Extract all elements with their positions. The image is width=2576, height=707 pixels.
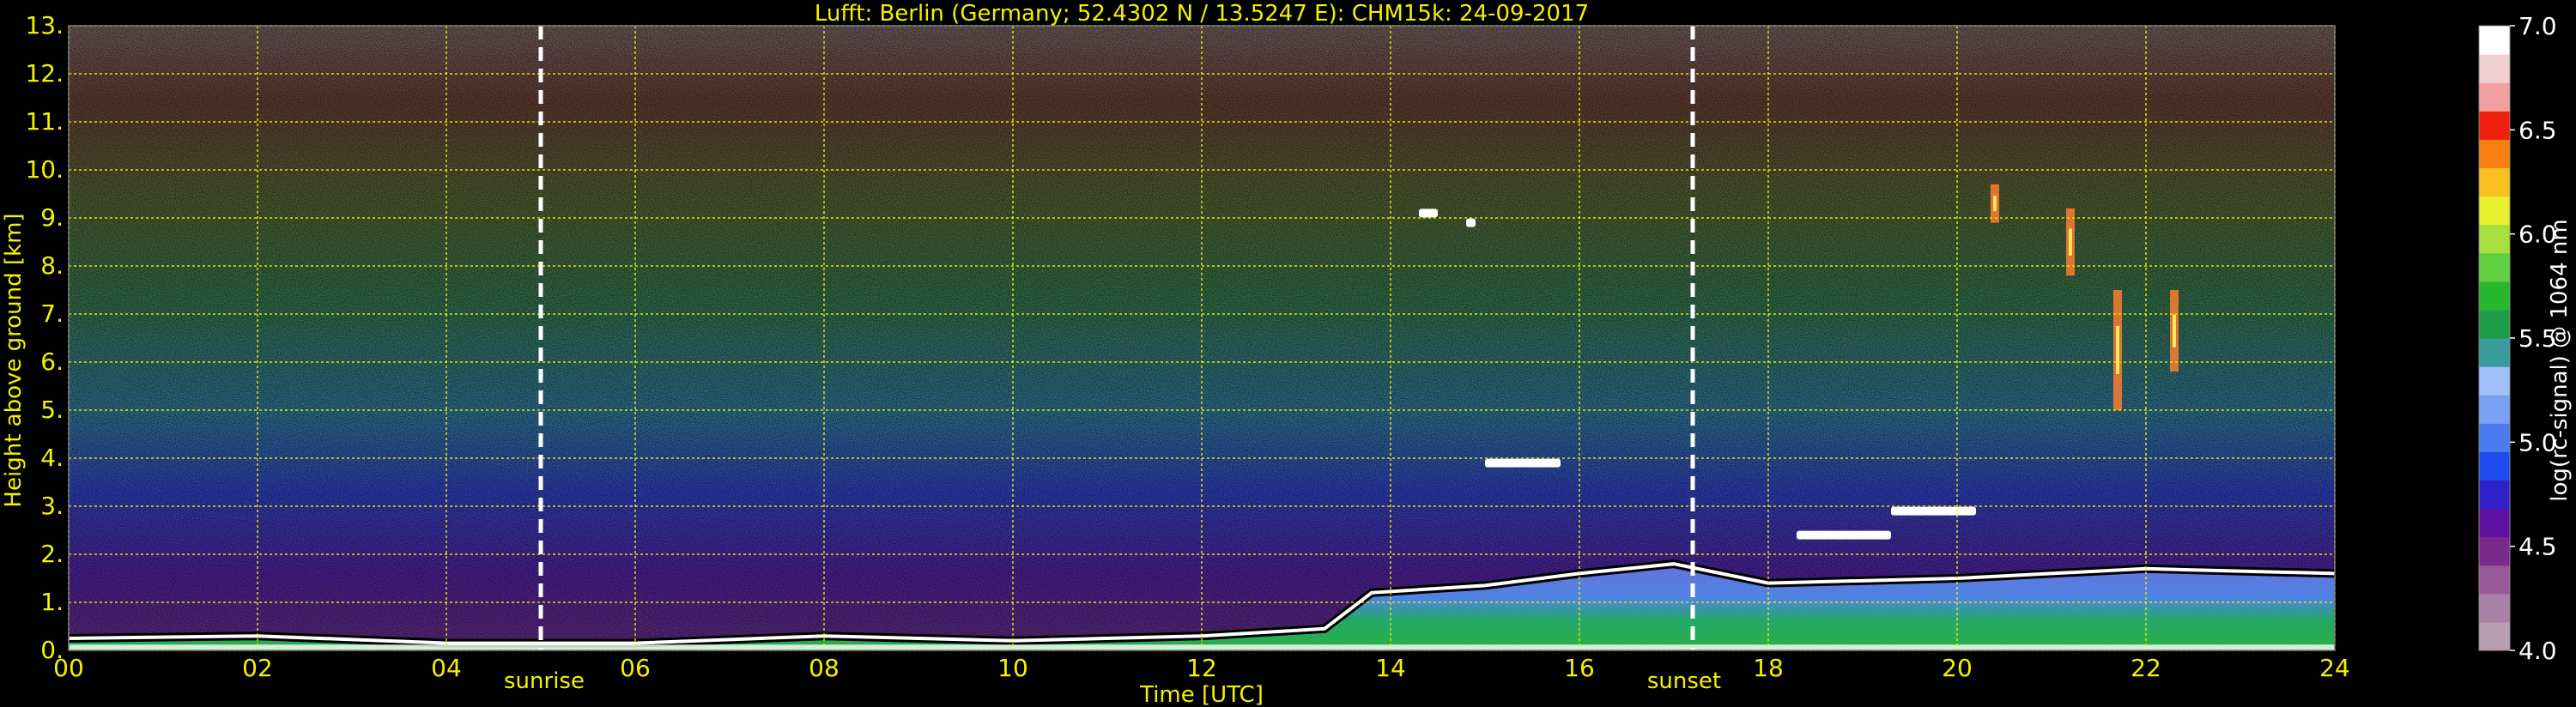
sunrise-label: sunrise	[504, 668, 585, 694]
x-axis-label: Time [UTC]	[1139, 682, 1264, 707]
text-layer: Lufft: Berlin (Germany; 52.4302 N / 13.5…	[1, 1, 2573, 707]
y-axis-label: Height above ground [km]	[1, 213, 27, 507]
sunset-label: sunset	[1647, 668, 1721, 694]
ceilometer-chart: 00 02 04 06 08 10 12 14 16 18 20 22 24 0. 1. 2. 3. 4. 5. 6.…	[0, 0, 2576, 707]
colorbar-label: log(rc-signal) @ 1064 nm	[2547, 219, 2573, 501]
chart-title: Lufft: Berlin (Germany; 52.4302 N / 13.5…	[815, 1, 1589, 27]
